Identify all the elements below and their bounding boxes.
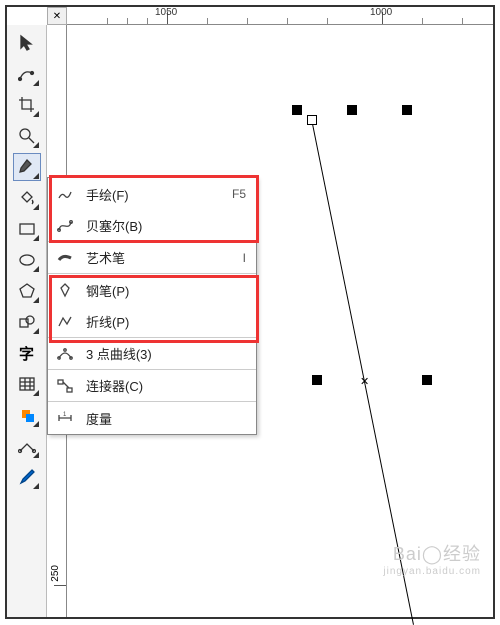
zoom-icon	[18, 127, 36, 145]
flyout-bezier[interactable]: 贝塞尔(B)	[48, 210, 256, 242]
ruler-v-label: 250	[50, 565, 61, 582]
freehand-tool[interactable]	[13, 153, 41, 181]
selection-handle[interactable]	[292, 105, 302, 115]
shape-edit-icon	[18, 65, 36, 83]
flyout-polyline[interactable]: 折线(P)	[48, 306, 256, 338]
crop-tool[interactable]	[13, 91, 41, 119]
flyout-connector[interactable]: 连接器(C)	[48, 370, 256, 402]
flyout-label: 3 点曲线(3)	[86, 344, 238, 363]
rect-icon	[18, 220, 36, 238]
bezier-icon	[54, 215, 76, 237]
bucket-icon	[18, 189, 36, 207]
artistic-media-icon	[54, 247, 76, 269]
center-handle[interactable]: ✕	[360, 375, 370, 385]
dimension-icon	[18, 406, 36, 424]
flyout-3pt-curve[interactable]: 3 点曲线(3)	[48, 338, 256, 370]
flyout-dimension[interactable]: 1 度量	[48, 402, 256, 434]
pick-tool[interactable]	[13, 29, 41, 57]
flyout-freehand[interactable]: 手绘(F) F5	[48, 178, 256, 210]
selection-handle[interactable]	[312, 375, 322, 385]
eyedropper-icon	[18, 468, 36, 486]
horizontal-ruler: 1050 1000	[67, 7, 493, 25]
polyline-icon	[54, 311, 76, 333]
flyout-pen[interactable]: 钢笔(P)	[48, 274, 256, 306]
flyout-label: 贝塞尔(B)	[86, 216, 238, 235]
crop-icon	[18, 96, 36, 114]
ruler-origin-glyph: ✕	[53, 11, 61, 22]
smart-fill-tool[interactable]	[13, 184, 41, 212]
ruler-origin[interactable]: ✕	[47, 7, 67, 25]
shape-tool[interactable]	[13, 60, 41, 88]
connector-tool[interactable]	[13, 432, 41, 460]
eyedropper-tool[interactable]	[13, 463, 41, 491]
zoom-tool[interactable]	[13, 122, 41, 150]
pen-tool-icon	[54, 279, 76, 301]
text-icon: 字	[19, 343, 34, 364]
flyout-label: 折线(P)	[86, 312, 238, 331]
flyout-shortcut: I	[243, 251, 246, 265]
flyout-label: 连接器(C)	[86, 376, 238, 395]
selection-handle[interactable]	[347, 105, 357, 115]
toolbox: 字	[7, 25, 47, 617]
connector-icon	[18, 437, 36, 455]
flyout-artistic[interactable]: 艺术笔 I	[48, 242, 256, 274]
svg-text:1: 1	[63, 412, 67, 418]
basic-shapes-tool[interactable]	[13, 308, 41, 336]
connector-line-icon	[54, 375, 76, 397]
curve3pt-icon	[54, 343, 76, 365]
selection-handle[interactable]	[422, 375, 432, 385]
table-icon	[18, 375, 36, 393]
selection-handle[interactable]	[402, 105, 412, 115]
dimension-line-icon: 1	[54, 407, 76, 429]
rectangle-tool[interactable]	[13, 215, 41, 243]
flyout-label: 度量	[86, 409, 238, 428]
ruler-h-label: 1000	[370, 7, 410, 18]
ellipse-tool[interactable]	[13, 246, 41, 274]
dimension-tool[interactable]	[13, 401, 41, 429]
text-tool[interactable]: 字	[13, 339, 41, 367]
drawn-line[interactable]	[311, 119, 414, 625]
polygon-tool[interactable]	[13, 277, 41, 305]
flyout-label: 钢笔(P)	[86, 281, 238, 300]
arrow-icon	[18, 34, 36, 52]
flyout-label: 手绘(F)	[86, 185, 224, 204]
polygon-icon	[18, 282, 36, 300]
flyout-label: 艺术笔	[86, 248, 235, 267]
flyout-shortcut: F5	[232, 187, 246, 201]
ruler-h-label: 1050	[155, 7, 195, 18]
freehand-icon	[54, 183, 76, 205]
curve-tools-flyout: 手绘(F) F5 贝塞尔(B) 艺术笔 I 钢笔(P) 折线(P) 3 点曲线(…	[47, 177, 257, 435]
node-handle[interactable]	[307, 115, 317, 125]
ellipse-icon	[18, 251, 36, 269]
table-tool[interactable]	[13, 370, 41, 398]
shapes-icon	[18, 313, 36, 331]
pen-icon	[18, 158, 36, 176]
